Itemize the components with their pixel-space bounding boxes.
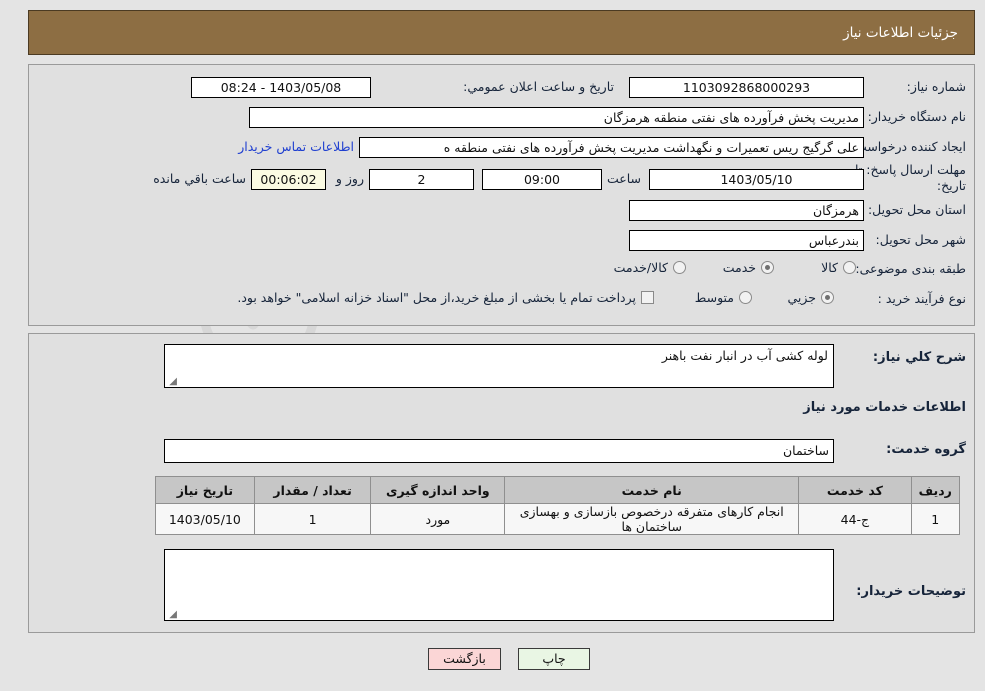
cell-row: 1 bbox=[910, 503, 961, 535]
cell-date: 1403/05/10 bbox=[155, 503, 255, 535]
process-medium-label: متوسط bbox=[694, 290, 734, 305]
back-button[interactable]: بازگشت bbox=[428, 648, 501, 670]
treasury-bond-text: پرداخت تمام یا بخشی از مبلغ خرید،از محل … bbox=[237, 290, 636, 305]
col-date: تاریخ نیاز bbox=[155, 476, 255, 504]
need-summary-panel: شماره نیاز: 1103092868000293 تاریخ و ساع… bbox=[28, 64, 975, 326]
general-description-label: شرح کلي نیاز: bbox=[872, 350, 966, 365]
category-goods-service-radio-icon[interactable] bbox=[673, 261, 686, 274]
resize-grip-icon[interactable]: ◢ bbox=[168, 377, 177, 387]
need-details-panel: شرح کلي نیاز: لوله کشی آب در انبار نفت ب… bbox=[28, 333, 975, 633]
delivery-province-label: استان محل تحویل: bbox=[867, 202, 966, 217]
delivery-city-label: شهر محل تحویل: bbox=[875, 232, 966, 247]
purchase-process-label: نوع فرآیند خرید : bbox=[877, 291, 966, 306]
buyer-org-field[interactable]: مدیریت پخش فرآورده های نفتی منطقه هرمزگا… bbox=[249, 107, 864, 128]
announce-datetime-label: تاریخ و ساعت اعلان عمومي: bbox=[463, 79, 614, 94]
buyer-notes-label: توضیحات خریدار: bbox=[856, 584, 966, 599]
category-option-goods-service[interactable]: کالا/خدمت bbox=[614, 260, 686, 275]
services-info-heading: اطلاعات خدمات مورد نیاز bbox=[803, 400, 966, 415]
delivery-city-field[interactable]: بندرعباس bbox=[629, 230, 864, 251]
process-option-medium[interactable]: متوسط bbox=[695, 290, 752, 305]
col-qty: تعداد / مقدار bbox=[253, 476, 372, 504]
table-row: 1 ج-44 انجام کارهای متفرقه درخصوص بازساز… bbox=[155, 503, 961, 535]
process-medium-radio-icon[interactable] bbox=[739, 291, 752, 304]
remaining-days-label: روز و bbox=[335, 171, 364, 186]
announce-datetime-field[interactable]: 1403/05/08 - 08:24 bbox=[191, 77, 371, 98]
remaining-days-field[interactable]: 2 bbox=[369, 169, 474, 190]
treasury-bond-checkbox-icon[interactable] bbox=[641, 291, 654, 304]
deadline-hour-label: ساعت bbox=[606, 171, 641, 186]
category-goods-radio-icon[interactable] bbox=[843, 261, 856, 274]
category-goods-label: کالا bbox=[821, 260, 838, 275]
general-description-value: لوله کشی آب در انبار نفت باهنر bbox=[661, 348, 828, 363]
cell-code: ج-44 bbox=[798, 503, 912, 535]
category-goods-service-label: کالا/خدمت bbox=[613, 260, 668, 275]
cell-qty: 1 bbox=[253, 503, 372, 535]
delivery-province-field[interactable]: هرمزگان bbox=[629, 200, 864, 221]
col-name: نام خدمت bbox=[504, 476, 800, 504]
category-option-goods[interactable]: کالا bbox=[821, 260, 856, 275]
service-group-field[interactable]: ساختمان bbox=[164, 439, 834, 463]
col-row: ردیف bbox=[910, 476, 961, 504]
category-service-radio-icon[interactable] bbox=[761, 261, 774, 274]
deadline-label-line1: مهلت ارسال پاسخ: تا bbox=[855, 162, 966, 177]
col-unit: واحد اندازه گیری bbox=[370, 476, 506, 504]
print-button[interactable]: چاپ bbox=[518, 648, 590, 670]
countdown-field: 00:06:02 bbox=[251, 169, 326, 190]
page-title-bar: جزئیات اطلاعات نیاز bbox=[28, 10, 975, 55]
countdown-label: ساعت باقي مانده bbox=[153, 171, 246, 186]
deadline-label-line2: تاریخ: bbox=[936, 178, 966, 193]
request-creator-field[interactable]: علی گرگیج ریس تعمیرات و نگهداشت مدیریت پ… bbox=[359, 137, 864, 158]
process-minor-label: جزیي bbox=[787, 290, 816, 305]
buyer-notes-textarea[interactable]: ◢ bbox=[164, 549, 834, 621]
process-minor-radio-icon[interactable] bbox=[821, 291, 834, 304]
buyer-org-label: نام دستگاه خریدار: bbox=[867, 109, 966, 124]
resize-grip-icon-2[interactable]: ◢ bbox=[168, 610, 177, 620]
page-title: جزئیات اطلاعات نیاز bbox=[843, 24, 958, 41]
category-option-service[interactable]: خدمت bbox=[723, 260, 774, 275]
general-description-textarea[interactable]: لوله کشی آب در انبار نفت باهنر ◢ bbox=[164, 344, 834, 388]
subject-category-label: طبقه بندی موضوعی: bbox=[855, 261, 966, 276]
col-code: کد خدمت bbox=[798, 476, 912, 504]
page-root: Ana Tender .net جزئیات اطلاعات نیاز شمار… bbox=[0, 0, 985, 691]
need-number-field[interactable]: 1103092868000293 bbox=[629, 77, 864, 98]
category-service-label: خدمت bbox=[722, 260, 756, 275]
treasury-bond-option[interactable]: پرداخت تمام یا بخشی از مبلغ خرید،از محل … bbox=[237, 290, 654, 305]
service-group-label: گروه خدمت: bbox=[886, 442, 966, 457]
deadline-hour-field[interactable]: 09:00 bbox=[482, 169, 602, 190]
cell-name: انجام کارهای متفرقه درخصوص بازسازی و بهس… bbox=[504, 503, 800, 535]
buyer-contact-link[interactable]: اطلاعات تماس خریدار bbox=[238, 139, 354, 154]
deadline-date-field[interactable]: 1403/05/10 bbox=[649, 169, 864, 190]
need-number-label: شماره نیاز: bbox=[906, 79, 966, 94]
process-option-minor[interactable]: جزیي bbox=[787, 290, 834, 305]
table-header-row: ردیف کد خدمت نام خدمت واحد اندازه گیری ت… bbox=[155, 476, 961, 504]
required-services-table: ردیف کد خدمت نام خدمت واحد اندازه گیری ت… bbox=[155, 476, 961, 535]
cell-unit: مورد bbox=[370, 503, 506, 535]
request-creator-label: ایجاد کننده درخواست: bbox=[850, 139, 966, 154]
